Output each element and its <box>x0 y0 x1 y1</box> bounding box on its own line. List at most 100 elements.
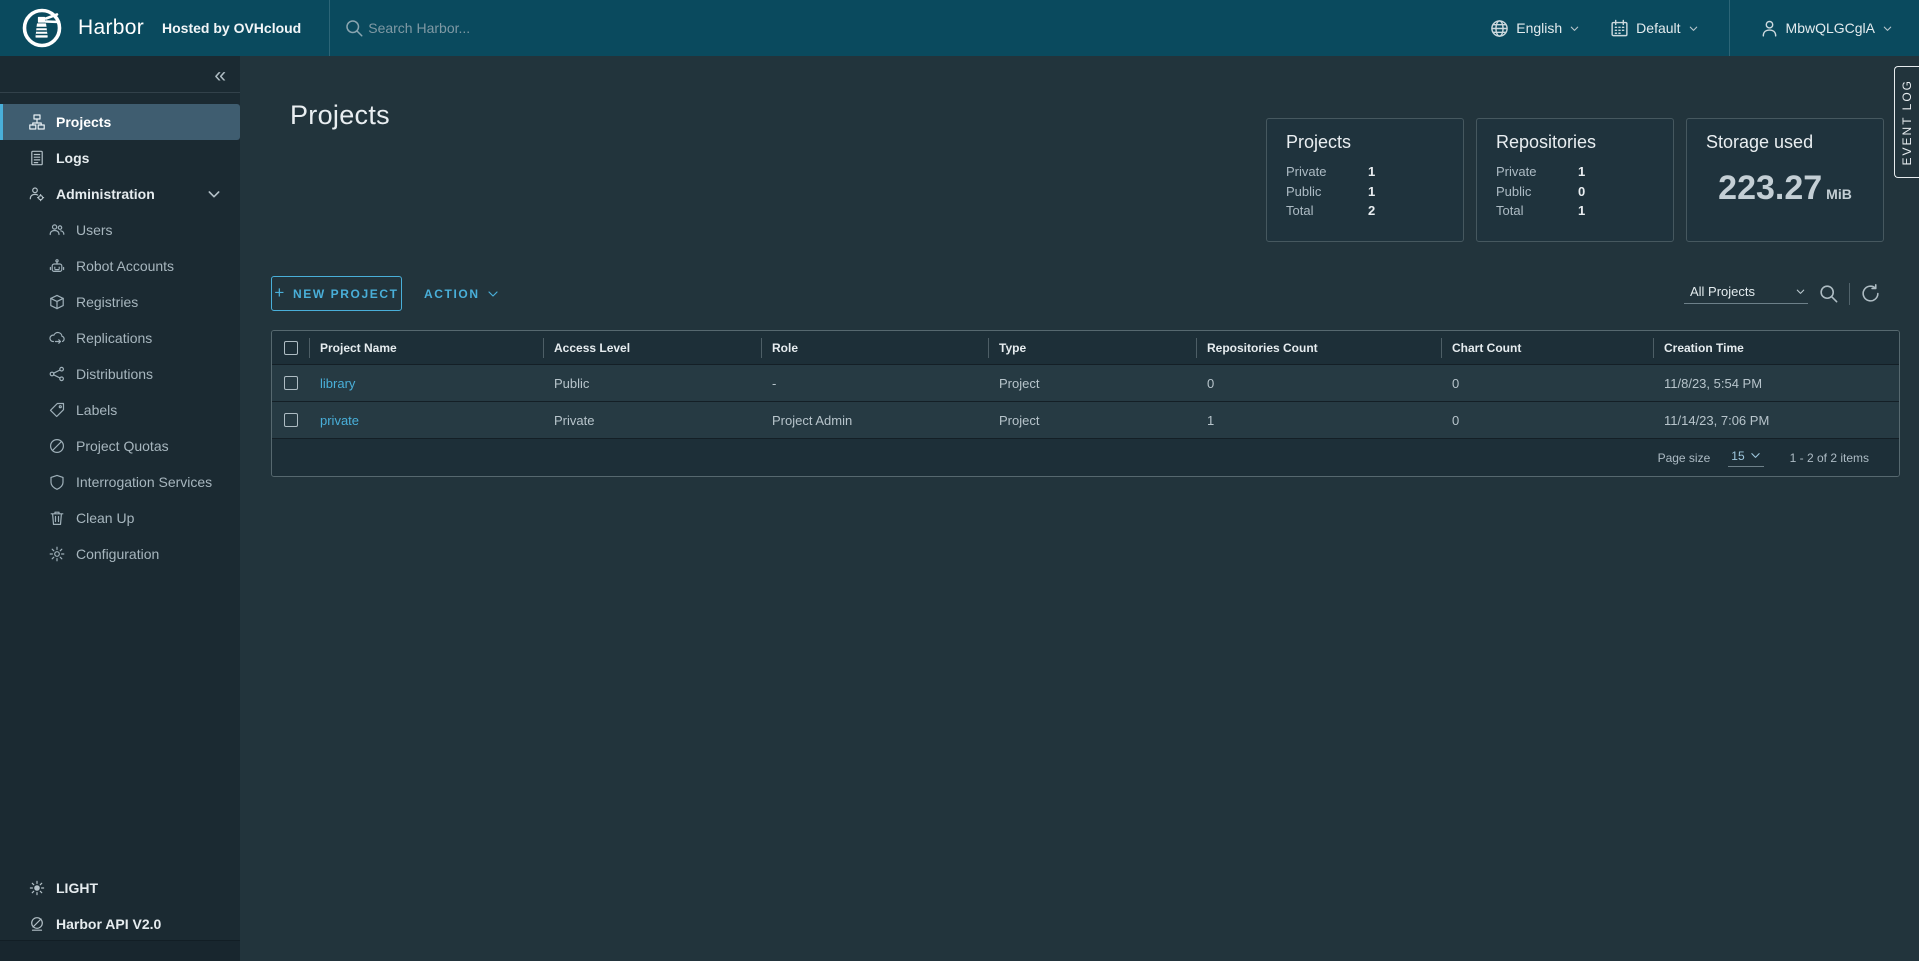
chevron-down-icon <box>1688 23 1699 34</box>
table-row: private Private Project Admin Project 1 … <box>272 401 1899 438</box>
sidebar-item-label: Project Quotas <box>76 438 169 454</box>
storage-unit: MiB <box>1826 186 1852 202</box>
card-title: Projects <box>1286 132 1444 153</box>
main-content: Projects Projects Private1 Public1 Total… <box>240 56 1919 961</box>
sidebar-item-project-quotas[interactable]: Project Quotas <box>0 428 240 464</box>
sidebar-item-replications[interactable]: Replications <box>0 320 240 356</box>
table-footer: Page size 15 1 - 2 of 2 items <box>272 438 1899 476</box>
datetime-label: Default <box>1636 20 1680 36</box>
page-title: Projects <box>290 100 390 131</box>
stat-label: Total <box>1496 201 1578 221</box>
repositories-stat-card: Repositories Private1 Public0 Total1 <box>1476 118 1674 242</box>
search-icon[interactable] <box>1818 283 1839 304</box>
new-project-button[interactable]: + NEW PROJECT <box>271 276 402 311</box>
chevron-down-icon <box>1795 286 1806 297</box>
sidebar-item-label: Logs <box>56 150 89 166</box>
hosted-by-label: Hosted by OVHcloud <box>162 20 301 36</box>
sidebar-item-projects[interactable]: Projects <box>0 104 240 140</box>
sidebar-item-label: Projects <box>56 114 111 130</box>
language-label: English <box>1516 20 1562 36</box>
cell-project-name: library <box>309 376 543 391</box>
row-checkbox[interactable] <box>284 413 298 427</box>
project-link[interactable]: library <box>320 376 355 391</box>
page-size-select[interactable]: 15 <box>1728 449 1763 467</box>
sidebar-item-clean-up[interactable]: Clean Up <box>0 500 240 536</box>
sidebar-item-robot-accounts[interactable]: Robot Accounts <box>0 248 240 284</box>
theme-toggle-light[interactable]: LIGHT <box>0 870 240 906</box>
app-header: Harbor Hosted by OVHcloud English <box>0 0 1919 56</box>
card-title: Repositories <box>1496 132 1654 153</box>
label-tag-icon <box>49 402 65 418</box>
sidebar-item-label: Harbor API V2.0 <box>56 916 161 932</box>
gear-icon <box>49 546 65 562</box>
cell-creation-time: 11/8/23, 5:54 PM <box>1653 376 1899 391</box>
refresh-icon[interactable] <box>1860 283 1881 304</box>
cell-role: - <box>761 376 988 391</box>
items-range-label: 1 - 2 of 2 items <box>1790 451 1869 465</box>
sidebar-item-interrogation-services[interactable]: Interrogation Services <box>0 464 240 500</box>
projects-stat-card: Projects Private1 Public1 Total2 <box>1266 118 1464 242</box>
column-header[interactable]: Project Name <box>309 338 543 358</box>
stat-label: Private <box>1286 162 1368 182</box>
user-menu[interactable]: MbwQLGCglA <box>1760 19 1893 38</box>
datetime-menu[interactable]: Default <box>1610 19 1698 38</box>
column-header[interactable]: Role <box>761 338 988 358</box>
header-divider <box>329 0 330 56</box>
stat-label: Public <box>1286 182 1368 202</box>
sidebar-item-users[interactable]: Users <box>0 212 240 248</box>
search-input[interactable] <box>368 20 628 36</box>
stat-label: Public <box>1496 182 1578 202</box>
sidebar-item-label: Clean Up <box>76 510 134 526</box>
sidebar-item-harbor-api[interactable]: Harbor API V2.0 <box>0 906 240 942</box>
header-actions: English Default MbwQLGCglA <box>1490 0 1919 56</box>
action-dropdown[interactable]: ACTION <box>424 276 499 311</box>
column-header[interactable]: Repositories Count <box>1196 338 1441 358</box>
language-menu[interactable]: English <box>1490 19 1580 38</box>
stat-value: 0 <box>1578 182 1585 202</box>
storage-value: 223.27MiB <box>1706 169 1864 208</box>
sidebar-item-label: LIGHT <box>56 880 98 896</box>
sidebar-item-label: Interrogation Services <box>76 474 212 490</box>
table-row: library Public - Project 0 0 11/8/23, 5:… <box>272 364 1899 401</box>
column-header[interactable]: Chart Count <box>1441 338 1653 358</box>
sidebar-item-label: Registries <box>76 294 138 310</box>
cell-access-level: Private <box>543 413 761 428</box>
event-log-tab[interactable]: EVENT LOG <box>1894 66 1919 178</box>
header-divider <box>1729 0 1730 56</box>
sidebar-item-distributions[interactable]: Distributions <box>0 356 240 392</box>
cell-project-name: private <box>309 413 543 428</box>
column-header[interactable]: Type <box>988 338 1196 358</box>
sidebar-item-labels[interactable]: Labels <box>0 392 240 428</box>
table-header-row: Project Name Access Level Role Type Repo… <box>272 331 1899 364</box>
sun-icon <box>29 880 45 896</box>
projects-icon <box>29 114 45 130</box>
select-all-checkbox[interactable] <box>284 341 298 355</box>
projects-table: Project Name Access Level Role Type Repo… <box>271 330 1900 477</box>
sidebar-item-label: Distributions <box>76 366 153 382</box>
sidebar-item-logs[interactable]: Logs <box>0 140 240 176</box>
trash-icon <box>49 510 65 526</box>
sidebar-item-configuration[interactable]: Configuration <box>0 536 240 572</box>
project-filter-select[interactable]: All Projects <box>1684 284 1808 304</box>
username-label: MbwQLGCglA <box>1786 20 1875 36</box>
harbor-app: Harbor Hosted by OVHcloud English <box>0 0 1919 961</box>
sidebar-item-label: Robot Accounts <box>76 258 174 274</box>
cell-repositories-count: 0 <box>1196 376 1441 391</box>
column-header[interactable]: Access Level <box>543 338 761 358</box>
project-link[interactable]: private <box>320 413 359 428</box>
harbor-logo-icon[interactable] <box>21 7 63 49</box>
sidebar-collapse-button[interactable]: « <box>214 64 226 88</box>
column-header[interactable]: Creation Time <box>1653 338 1899 358</box>
stat-value: 1 <box>1368 162 1375 182</box>
chevron-down-icon <box>1882 23 1893 34</box>
event-log-label: EVENT LOG <box>1900 79 1914 165</box>
robot-icon <box>49 258 65 274</box>
storage-stat-card: Storage used 223.27MiB <box>1686 118 1884 242</box>
sidebar-item-registries[interactable]: Registries <box>0 284 240 320</box>
row-checkbox[interactable] <box>284 376 298 390</box>
users-icon <box>49 222 65 238</box>
quota-gauge-icon <box>49 438 65 454</box>
administration-icon <box>29 186 45 202</box>
sidebar-item-administration[interactable]: Administration <box>0 176 240 212</box>
replication-cloud-icon <box>49 330 65 346</box>
